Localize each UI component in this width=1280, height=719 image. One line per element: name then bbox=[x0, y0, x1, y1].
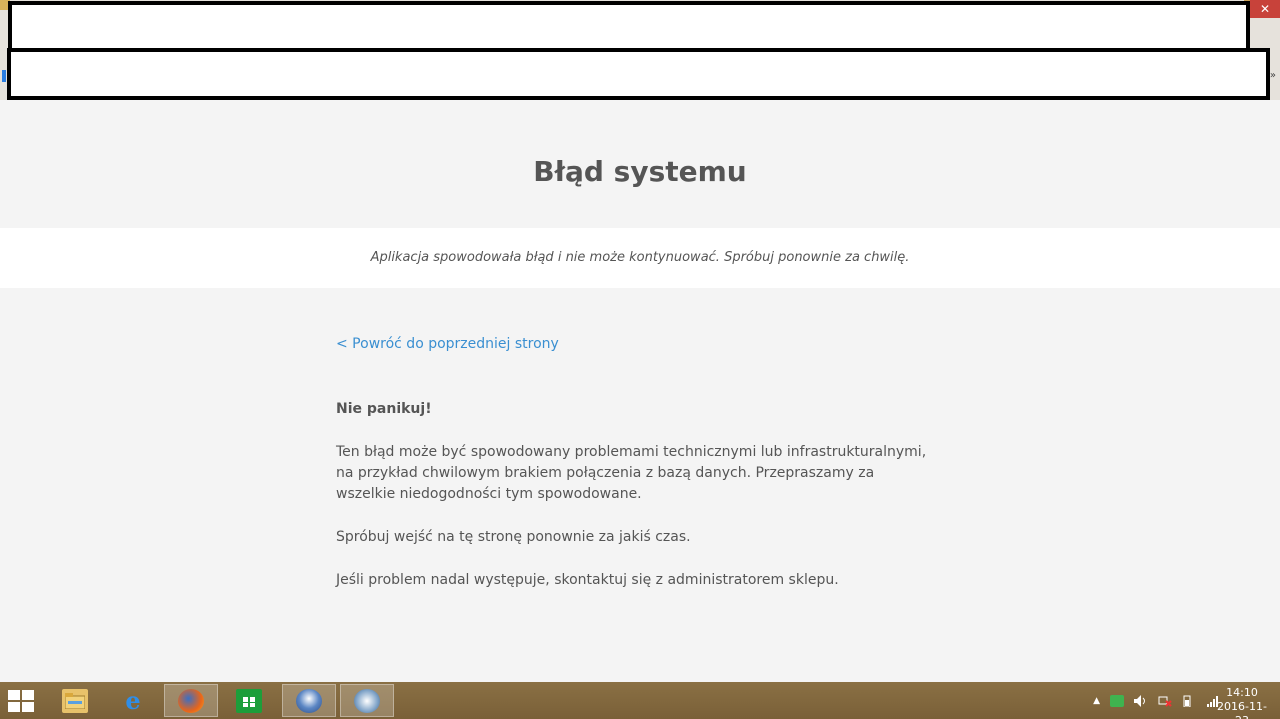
firefox-icon bbox=[178, 688, 204, 713]
error-paragraph: Jeśli problem nadal występuje, skontaktu… bbox=[336, 572, 839, 588]
system-tray: ▲ bbox=[1093, 682, 1220, 719]
start-button[interactable] bbox=[8, 690, 36, 712]
taskbar: e ▲ 14:10 2016-11-23 bbox=[0, 682, 1280, 719]
error-details: < Powróć do poprzedniej strony Nie panik… bbox=[336, 334, 936, 591]
file-explorer-icon bbox=[62, 688, 88, 713]
page-content: Błąd systemu Aplikacja spowodowała błąd … bbox=[0, 100, 1280, 682]
taskbar-internet-explorer[interactable]: e bbox=[106, 684, 160, 717]
taskbar-store[interactable] bbox=[222, 684, 276, 717]
taskbar-thunderbird[interactable] bbox=[282, 684, 336, 717]
battery-icon[interactable] bbox=[1182, 695, 1196, 707]
taskbar-network-tool[interactable] bbox=[340, 684, 394, 717]
taskbar-file-explorer[interactable] bbox=[48, 684, 102, 717]
antivirus-tray-icon[interactable] bbox=[1110, 694, 1124, 707]
redacted-address-bar bbox=[7, 48, 1270, 100]
internet-explorer-icon: e bbox=[125, 686, 141, 715]
error-paragraph: Ten błąd może być spowodowany problemami… bbox=[336, 444, 927, 502]
page-title: Błąd systemu bbox=[533, 155, 747, 188]
thunderbird-icon bbox=[296, 688, 322, 713]
clock-date: 2016-11-23 bbox=[1217, 700, 1267, 719]
tray-expand-icon[interactable]: ▲ bbox=[1093, 696, 1100, 706]
network-tool-icon bbox=[354, 688, 380, 713]
error-subtitle: Aplikacja spowodowała błąd i nie może ko… bbox=[370, 250, 910, 265]
bookmark-icon bbox=[2, 70, 6, 82]
close-window-button[interactable]: ✕ bbox=[1250, 0, 1280, 18]
store-icon bbox=[236, 688, 262, 713]
back-link[interactable]: < Powróć do poprzedniej strony bbox=[336, 336, 559, 352]
redacted-tab-bar bbox=[8, 1, 1250, 52]
subtitle-band: Aplikacja spowodowała błąd i nie może ko… bbox=[0, 228, 1280, 288]
error-heading: Nie panikuj! bbox=[336, 401, 432, 417]
browser-chrome: ✕ » bbox=[0, 0, 1280, 100]
taskbar-firefox[interactable] bbox=[164, 684, 218, 717]
toolbar-overflow-icon[interactable]: » bbox=[1270, 70, 1276, 81]
network-disconnected-icon[interactable] bbox=[1158, 695, 1172, 707]
volume-icon[interactable] bbox=[1134, 694, 1148, 707]
windows-logo-icon bbox=[8, 690, 20, 700]
error-paragraph: Spróbuj wejść na tę stronę ponownie za j… bbox=[336, 529, 691, 545]
clock-time: 14:10 bbox=[1226, 686, 1258, 699]
clock[interactable]: 14:10 2016-11-23 bbox=[1214, 686, 1270, 719]
